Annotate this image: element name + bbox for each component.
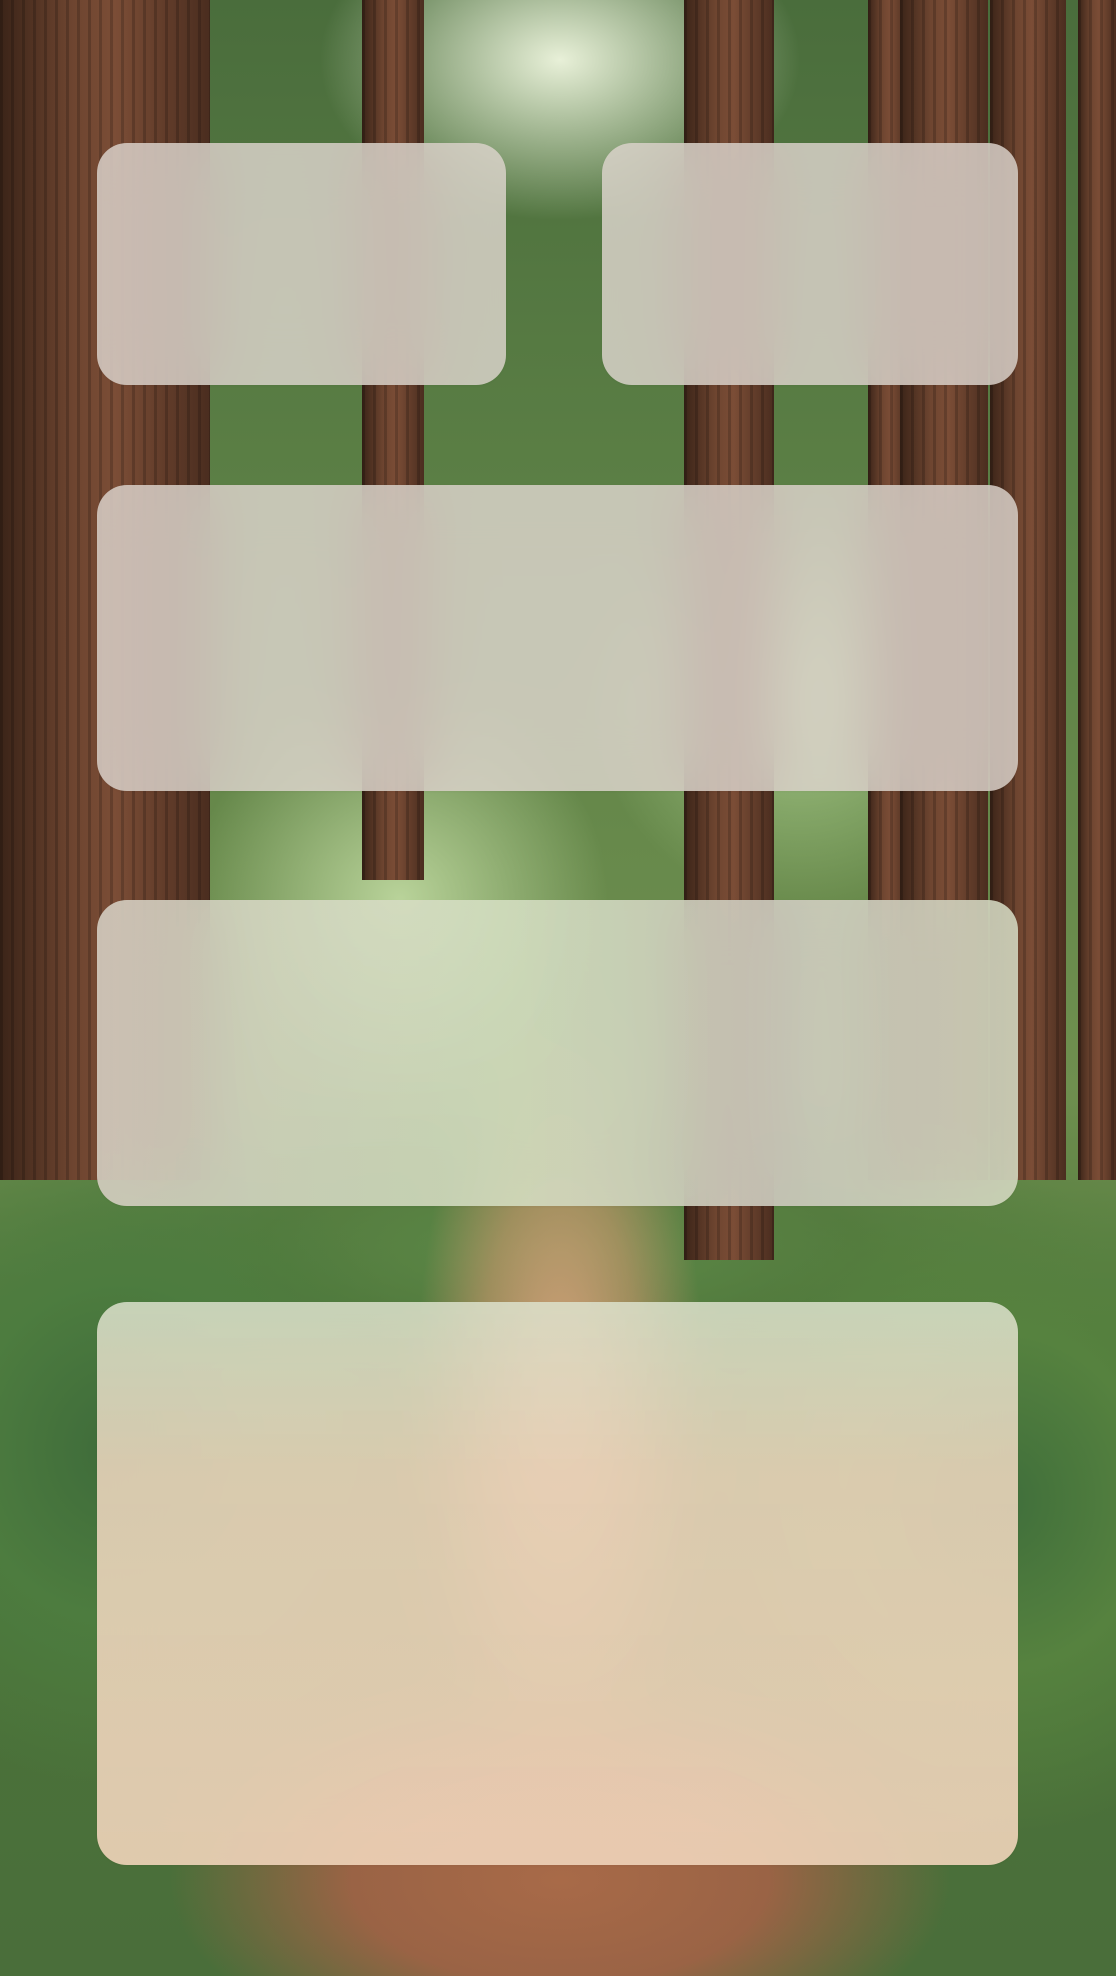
- widget-medium-1[interactable]: [97, 485, 1018, 791]
- widget-small-right[interactable]: [602, 143, 1018, 385]
- widget-medium-2[interactable]: [97, 900, 1018, 1206]
- tree-trunk-far-right: [1078, 0, 1116, 1180]
- widget-large[interactable]: [97, 1302, 1018, 1865]
- widget-small-left[interactable]: [97, 143, 506, 385]
